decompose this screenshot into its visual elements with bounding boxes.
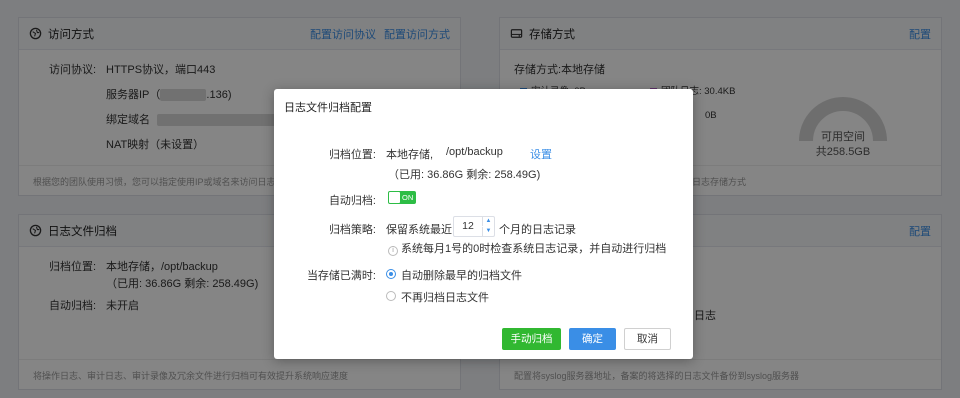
dialog-location-label: 归档位置: xyxy=(328,149,376,161)
archive-config-dialog: 日志文件归档配置 归档位置: 本地存储, /opt/backup 设置 （已用:… xyxy=(274,89,693,359)
dialog-usage: （已用: 36.86G 剩余: 258.49G) xyxy=(388,169,541,181)
dialog-full-label: 当存储已满时: xyxy=(306,270,376,282)
radio-delete-oldest[interactable] xyxy=(386,269,396,279)
policy-prefix: 保留系统最近 xyxy=(386,224,452,236)
policy-suffix: 个月的日志记录 xyxy=(499,224,576,236)
cancel-button[interactable]: 取消 xyxy=(624,328,671,350)
dialog-policy-label: 归档策略: xyxy=(328,224,376,236)
info-icon: i xyxy=(388,246,398,256)
months-value: 12 xyxy=(462,220,474,232)
option-stop-archive[interactable]: 不再归档日志文件 xyxy=(401,289,489,305)
dialog-title: 日志文件归档配置 xyxy=(284,102,372,114)
manual-archive-button[interactable]: 手动归档 xyxy=(502,328,561,350)
toggle-text: ON xyxy=(402,193,414,202)
dialog-auto-label: 自动归档: xyxy=(328,195,376,207)
months-stepper[interactable]: 12 ▲ ▼ xyxy=(453,216,495,237)
dialog-location-value: 本地存储, xyxy=(386,149,434,161)
dialog-location-path: /opt/backup xyxy=(446,146,503,158)
auto-archive-toggle[interactable]: ON xyxy=(388,191,416,204)
settings-link[interactable]: 设置 xyxy=(530,146,552,162)
option-delete-oldest[interactable]: 自动删除最早的归档文件 xyxy=(401,267,522,283)
stepper-down-icon[interactable]: ▼ xyxy=(482,227,494,236)
stepper-up-icon[interactable]: ▲ xyxy=(482,217,494,226)
toggle-knob xyxy=(389,192,400,203)
policy-note: i 系统每月1号的0时检查系统日志记录，并自动进行归档 xyxy=(388,240,666,256)
radio-stop-archive[interactable] xyxy=(386,291,396,301)
policy-note-text: 系统每月1号的0时检查系统日志记录，并自动进行归档 xyxy=(401,243,667,255)
confirm-button[interactable]: 确定 xyxy=(569,328,616,350)
